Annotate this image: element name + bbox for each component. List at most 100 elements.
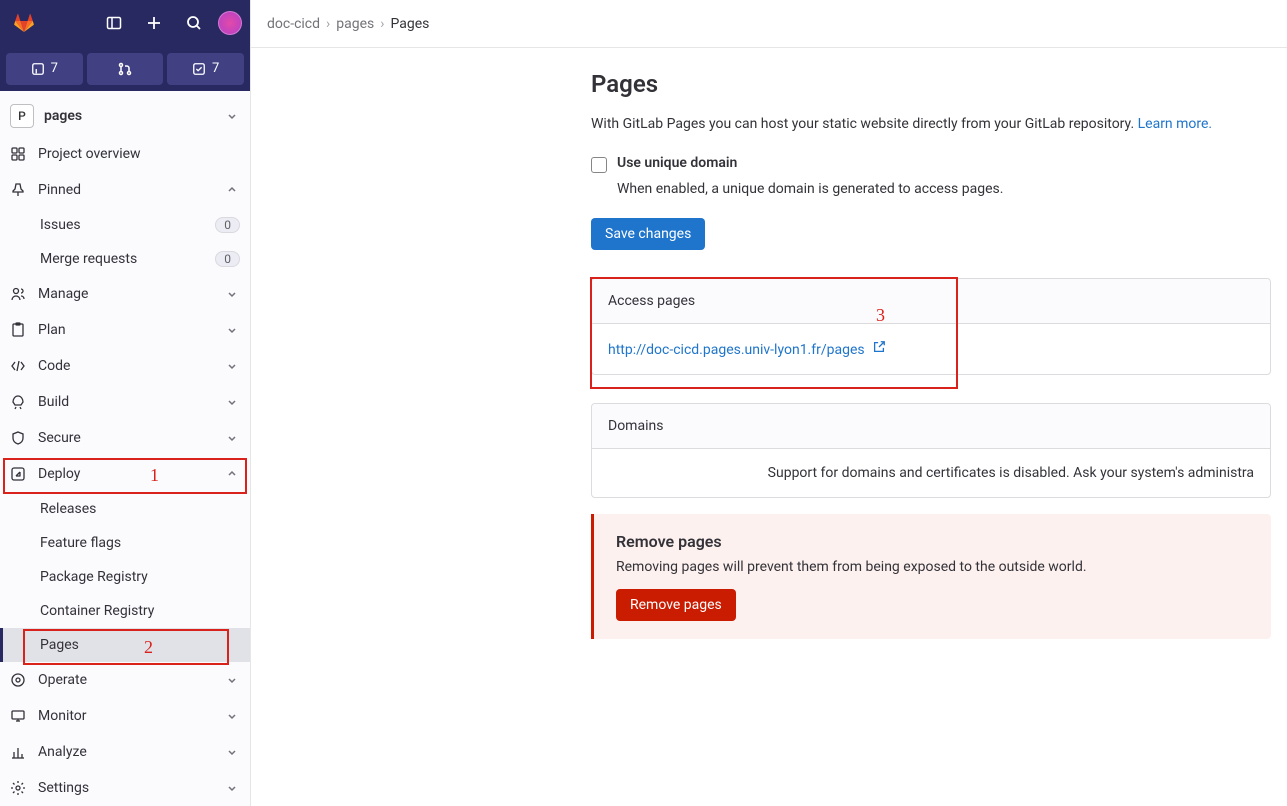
nav-label: Plan [38, 322, 212, 338]
code-icon [10, 358, 26, 374]
project-header[interactable]: P pages [0, 97, 250, 136]
sidebar-toggle-icon[interactable] [98, 7, 130, 39]
project-name: pages [44, 108, 214, 124]
nav-operate[interactable]: Operate [0, 662, 250, 698]
nav-label: Package Registry [40, 569, 240, 585]
callout-access-number: 3 [876, 305, 885, 326]
users-icon [10, 286, 26, 302]
chevron-down-icon [224, 708, 240, 724]
nav-label: Settings [38, 780, 212, 796]
monitor-icon [10, 708, 26, 724]
chevron-down-icon [224, 394, 240, 410]
nav-label: Manage [38, 286, 212, 302]
nav-issues[interactable]: Issues 0 [0, 208, 250, 242]
chevron-up-icon [224, 466, 240, 482]
nav-deploy[interactable]: Deploy [0, 456, 250, 492]
domains-text: Support for domains and certificates is … [768, 465, 1254, 481]
nav-label: Merge requests [40, 251, 215, 267]
nav-label: Feature flags [40, 535, 240, 551]
nav-plan[interactable]: Plan [0, 312, 250, 348]
nav-build[interactable]: Build [0, 384, 250, 420]
nav-project-overview[interactable]: Project overview [0, 136, 250, 172]
chevron-down-icon [224, 744, 240, 760]
nav-pinned[interactable]: Pinned [0, 172, 250, 208]
nav-label: Monitor [38, 708, 212, 724]
avatar[interactable] [218, 11, 242, 35]
intro-text: With GitLab Pages you can host your stat… [591, 116, 1138, 132]
access-pages-panel: 3 Access pages http://doc-cicd.pages.uni… [591, 278, 1271, 375]
nav-settings[interactable]: Settings [0, 770, 250, 806]
badge: 0 [215, 217, 240, 233]
breadcrumb-project[interactable]: pages [336, 16, 374, 32]
overview-icon [10, 146, 26, 162]
gitlab-logo[interactable] [10, 9, 38, 37]
pages-url-link[interactable]: http://doc-cicd.pages.univ-lyon1.fr/page… [608, 342, 865, 358]
nav-label: Project overview [38, 146, 240, 162]
nav-pages[interactable]: Pages [0, 628, 250, 662]
nav-manage[interactable]: Manage [0, 276, 250, 312]
nav-label: Build [38, 394, 212, 410]
badge: 0 [215, 251, 240, 267]
nav-label: Releases [40, 501, 240, 517]
chevron-down-icon [224, 322, 240, 338]
breadcrumb-root[interactable]: doc-cicd [267, 16, 320, 32]
nav-code[interactable]: Code [0, 348, 250, 384]
remove-pages-button[interactable]: Remove pages [616, 589, 736, 621]
search-icon[interactable] [178, 7, 210, 39]
nav-secure[interactable]: Secure [0, 420, 250, 456]
domains-header: Domains [592, 404, 1270, 449]
unique-domain-checkbox[interactable] [591, 157, 607, 173]
mr-counter[interactable] [87, 53, 164, 85]
remove-description: Removing pages will prevent them from be… [616, 559, 1249, 575]
save-button[interactable]: Save changes [591, 218, 705, 250]
nav-container-registry[interactable]: Container Registry [0, 594, 250, 628]
nav-merge-requests[interactable]: Merge requests 0 [0, 242, 250, 276]
nav-analyze[interactable]: Analyze [0, 734, 250, 770]
nav-label: Analyze [38, 744, 212, 760]
chevron-down-icon [224, 286, 240, 302]
access-pages-header: Access pages [592, 279, 1270, 324]
page-title: Pages [591, 70, 1271, 98]
chevron-down-icon [224, 358, 240, 374]
nav-monitor[interactable]: Monitor [0, 698, 250, 734]
callout-pages-number: 2 [144, 637, 153, 658]
gear-icon [10, 780, 26, 796]
remove-title: Remove pages [616, 532, 1249, 551]
chevron-down-icon [224, 108, 240, 124]
sidebar: 7 7 P pages Project overview [0, 0, 251, 806]
nav-label: Issues [40, 217, 215, 233]
operate-icon [10, 672, 26, 688]
chevron-right-icon: › [326, 16, 330, 32]
nav-label: Secure [38, 430, 212, 446]
external-link-icon [872, 340, 886, 354]
breadcrumb: doc-cicd › pages › Pages [251, 0, 1287, 48]
chevron-right-icon: › [380, 16, 384, 32]
nav-label: Pinned [38, 182, 212, 198]
unique-domain-row: Use unique domain [591, 155, 1271, 173]
deploy-icon [10, 466, 26, 482]
nav-releases[interactable]: Releases [0, 492, 250, 526]
counter-pills: 7 7 [0, 47, 250, 91]
chevron-down-icon [224, 780, 240, 796]
chevron-up-icon [224, 182, 240, 198]
nav-package-registry[interactable]: Package Registry [0, 560, 250, 594]
nav-label: Code [38, 358, 212, 374]
clipboard-icon [10, 322, 26, 338]
page-description: With GitLab Pages you can host your stat… [591, 114, 1271, 135]
domains-body: Support for domains and certificates is … [592, 449, 1270, 497]
rocket-icon [10, 394, 26, 410]
breadcrumb-current: Pages [390, 16, 429, 32]
issues-counter[interactable]: 7 [6, 53, 83, 85]
chevron-down-icon [224, 430, 240, 446]
project-initial: P [10, 104, 34, 128]
unique-domain-label[interactable]: Use unique domain [617, 155, 737, 171]
access-pages-body: http://doc-cicd.pages.univ-lyon1.fr/page… [592, 324, 1270, 374]
nav-label: Container Registry [40, 603, 240, 619]
remove-pages-panel: Remove pages Removing pages will prevent… [591, 514, 1271, 639]
learn-more-link[interactable]: Learn more. [1138, 116, 1213, 132]
unique-domain-description: When enabled, a unique domain is generat… [617, 179, 1271, 200]
todo-counter[interactable]: 7 [167, 53, 244, 85]
plus-icon[interactable] [138, 7, 170, 39]
nav-feature-flags[interactable]: Feature flags [0, 526, 250, 560]
chart-icon [10, 744, 26, 760]
